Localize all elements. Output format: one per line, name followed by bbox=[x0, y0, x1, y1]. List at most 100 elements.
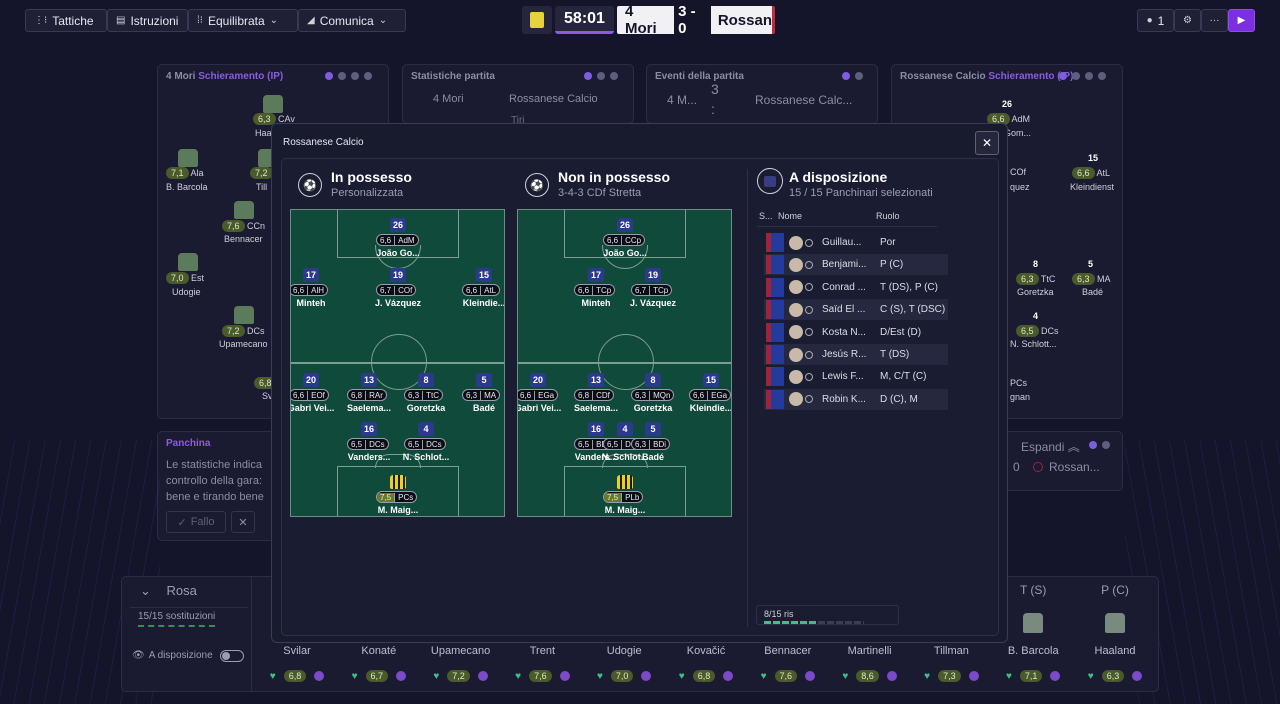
page-dots[interactable] bbox=[842, 72, 863, 80]
squad-player-stats: ♥ 6,3 bbox=[1075, 670, 1155, 682]
gear-icon: ⚙ bbox=[1183, 15, 1192, 26]
player-role: AlH bbox=[311, 285, 325, 295]
shirt-icon bbox=[766, 300, 784, 320]
tactics-button[interactable]: ⋮⁝ Tattiche bbox=[25, 9, 107, 32]
divider bbox=[747, 169, 748, 627]
squad-player-name[interactable]: Trent bbox=[502, 645, 582, 657]
close-button[interactable]: ✕ bbox=[975, 131, 999, 155]
page-dots[interactable] bbox=[1089, 441, 1110, 449]
settings-button[interactable]: ⚙ bbox=[1174, 9, 1201, 32]
users-count: 1 bbox=[1157, 13, 1165, 28]
column-header-shirt[interactable]: S... bbox=[759, 211, 773, 221]
more-button[interactable]: ··· bbox=[1201, 9, 1228, 32]
away-lineup-team: Rossanese Calcio bbox=[900, 71, 986, 82]
player-rating-pill: 6,6 AdM bbox=[376, 234, 419, 246]
player-name[interactable]: Kleindie... bbox=[675, 403, 731, 413]
dismiss-button[interactable]: ✕ bbox=[231, 511, 255, 533]
player-rating-pill: 6,6 EOf bbox=[291, 389, 329, 401]
status-icon bbox=[805, 328, 813, 337]
sub-row[interactable]: Guillau... Por bbox=[764, 232, 948, 253]
squad-player-name[interactable]: Bennacer bbox=[748, 645, 828, 657]
player-name[interactable]: João Go... bbox=[589, 248, 661, 258]
sub-row[interactable]: Kosta N... D/Est (D) bbox=[764, 322, 948, 343]
page-dots[interactable] bbox=[1059, 72, 1106, 80]
instructions-button[interactable]: ▤ Istruzioni bbox=[107, 9, 188, 32]
player-rating: 7,2 bbox=[250, 167, 273, 179]
player-rating: 6,8 bbox=[348, 390, 367, 400]
clipboard-icon: ▤ bbox=[116, 15, 126, 26]
stats-title: Statistiche partita bbox=[411, 71, 495, 82]
mini-score: 0 bbox=[1013, 460, 1020, 474]
out-possession-title: Non in possesso bbox=[558, 169, 671, 185]
player-name[interactable]: N. Schlot... bbox=[390, 452, 462, 462]
sub-row[interactable]: Lewis F... M, C/T (C) bbox=[764, 366, 948, 387]
player-name[interactable]: Badé bbox=[448, 403, 504, 413]
page-dots[interactable] bbox=[584, 72, 618, 80]
avatar bbox=[789, 302, 803, 317]
player-number: 26 bbox=[619, 220, 630, 230]
player-name[interactable]: M. Maig... bbox=[362, 505, 434, 515]
squad-player-stats: ♥ 6,7 bbox=[339, 670, 419, 682]
player-name[interactable]: Badé bbox=[617, 452, 689, 462]
player-name[interactable]: Minteh bbox=[291, 298, 347, 308]
morale-icon bbox=[641, 671, 652, 681]
player-name: N. Schlott... bbox=[1010, 339, 1057, 349]
squad-player-name[interactable]: B. Barcola bbox=[993, 645, 1073, 657]
squad-player-name[interactable]: Haaland bbox=[1075, 645, 1155, 657]
available-label: A disposizione bbox=[148, 650, 213, 661]
squad-player-name[interactable]: Udogie bbox=[584, 645, 664, 657]
player-role: AtL bbox=[1096, 168, 1111, 178]
squad-player-name[interactable]: Martinelli bbox=[830, 645, 910, 657]
available-toggle[interactable] bbox=[220, 650, 244, 662]
player-name[interactable]: J. Vázquez bbox=[362, 298, 434, 308]
page-dots[interactable] bbox=[325, 72, 372, 80]
heart-icon: ♥ bbox=[678, 670, 685, 682]
stats-home-team: 4 Mori bbox=[433, 93, 464, 105]
match-events-panel: Eventi della partita 4 M... 3 : 0 Rossan… bbox=[646, 64, 878, 137]
player-number: 26 bbox=[392, 220, 403, 230]
player-role: EGa bbox=[538, 390, 555, 400]
squad-header[interactable]: ⌄ Rosa bbox=[140, 583, 197, 599]
player-name[interactable]: M. Maig... bbox=[589, 505, 661, 515]
column-header-role[interactable]: Ruolo bbox=[876, 211, 900, 221]
status-icon bbox=[805, 260, 813, 269]
player-name[interactable]: Kleindie... bbox=[448, 298, 504, 308]
tactics-label: Tattiche bbox=[52, 13, 94, 28]
sub-role: D (C), M bbox=[880, 393, 918, 405]
player-role: BDi bbox=[653, 439, 667, 449]
player-name[interactable]: J. Vázquez bbox=[617, 298, 689, 308]
squad-player-name[interactable]: Upamecano bbox=[421, 645, 501, 657]
expand-button[interactable]: Espandi ︽ bbox=[1021, 438, 1080, 455]
player-rating: 6,6 bbox=[604, 235, 623, 245]
squad-player-name[interactable]: Tillman bbox=[911, 645, 991, 657]
available-subtitle: 15 / 15 Panchinari selezionati bbox=[789, 187, 933, 199]
foul-label: Fallo bbox=[190, 516, 215, 528]
player-number: 16 bbox=[590, 424, 601, 434]
chevron-down-icon: ⌄ bbox=[140, 583, 151, 598]
player-rating: 6,6 bbox=[518, 390, 536, 400]
column-header-name[interactable]: Nome bbox=[778, 211, 802, 221]
sub-row[interactable]: Jesús R... T (DS) bbox=[764, 344, 948, 365]
foul-button[interactable]: ✓ Fallo bbox=[166, 511, 226, 533]
bench-text: Le statistiche indica controllo della ga… bbox=[166, 459, 264, 503]
sub-row[interactable]: Conrad ... T (DS), P (C) bbox=[764, 277, 948, 298]
sub-row[interactable]: Benjami... P (C) bbox=[764, 254, 948, 276]
squad-player-name[interactable]: Svilar bbox=[257, 645, 337, 657]
play-button[interactable]: ▶ bbox=[1228, 9, 1255, 32]
player-role: Est bbox=[191, 273, 205, 283]
squad-player-name[interactable]: Konaté bbox=[339, 645, 419, 657]
chevron-down-icon: ⌄ bbox=[378, 15, 388, 26]
player-rating: 6,7 bbox=[632, 285, 651, 295]
player-number: 4 bbox=[622, 424, 628, 434]
morale-icon bbox=[886, 671, 897, 681]
communicate-dropdown[interactable]: ◢ Comunica ⌄ bbox=[298, 9, 406, 32]
player-role: AtL bbox=[484, 285, 497, 295]
mentality-dropdown[interactable]: ⁞⁝ Equilibrata ⌄ bbox=[188, 9, 298, 32]
player-rating: 6,3 bbox=[1072, 273, 1095, 285]
squad-player-name[interactable]: Kovačić bbox=[666, 645, 746, 657]
sub-row[interactable]: Robin K... D (C), M bbox=[764, 388, 948, 410]
player-rating: 6,3 bbox=[1016, 273, 1039, 285]
users-button[interactable]: ● 1 bbox=[1137, 9, 1174, 32]
player-name[interactable]: João Go... bbox=[362, 248, 434, 258]
sub-row[interactable]: Saïd El ... C (S), T (DSC) bbox=[764, 299, 948, 321]
